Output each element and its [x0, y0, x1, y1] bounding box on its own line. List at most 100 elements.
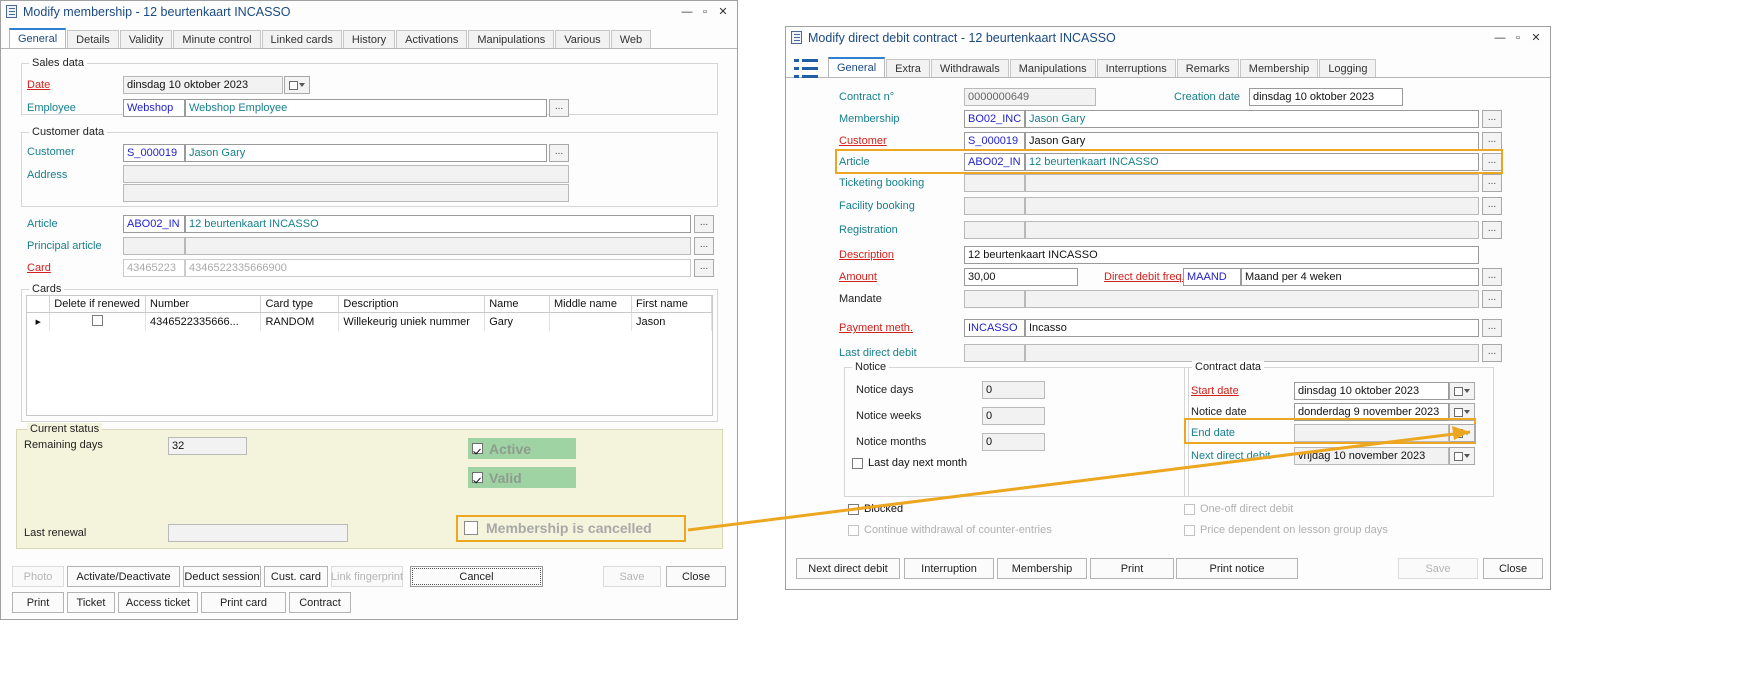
link-fingerprint-button[interactable]: Link fingerprint [331, 566, 403, 587]
ticket-button[interactable]: Ticket [67, 592, 115, 613]
notice-days-field[interactable]: 0 [982, 381, 1045, 399]
address-line2-field[interactable] [123, 184, 569, 202]
last-day-next-month-box[interactable] [852, 458, 863, 469]
column-header[interactable]: Number [146, 296, 261, 313]
close-button[interactable]: Close [666, 566, 726, 587]
access-ticket-button[interactable]: Access ticket [118, 592, 198, 613]
direct-debit-freq-code-field[interactable]: MAAND [1183, 268, 1241, 286]
customer-name-field[interactable]: Jason Gary [185, 144, 547, 162]
last-renewal-field[interactable] [168, 524, 348, 542]
close-icon[interactable]: ✕ [717, 7, 729, 17]
employee-code-field[interactable]: Webshop [123, 99, 185, 117]
contract-no-field[interactable]: 0000000649 [964, 88, 1096, 106]
tab-details[interactable]: Details [67, 30, 119, 48]
delete-if-renewed-checkbox[interactable] [92, 315, 103, 326]
photo-button[interactable]: Photo [12, 566, 64, 587]
activate-deactivate-button[interactable]: Activate/Deactivate [67, 566, 180, 587]
article-name-field[interactable]: 12 beurtenkaart INCASSO [1025, 153, 1479, 171]
article-code-field[interactable]: ABO02_IN [123, 215, 185, 233]
date-picker-button[interactable] [284, 76, 310, 94]
payment-method-browse-button[interactable]: ... [1482, 319, 1502, 337]
registration-browse-button[interactable]: ... [1482, 221, 1502, 239]
registration-code-field[interactable] [964, 221, 1025, 239]
minimize-icon[interactable]: — [681, 7, 693, 17]
deduct-session-button[interactable]: Deduct session [183, 566, 261, 587]
tab-history[interactable]: History [343, 30, 395, 48]
employee-name-field[interactable]: Webshop Employee [185, 99, 547, 117]
tab-web[interactable]: Web [611, 30, 651, 48]
cards-table[interactable]: Delete if renewedNumberCard typeDescript… [26, 295, 713, 416]
end-date-field[interactable] [1294, 424, 1449, 442]
direct-debit-freq-name-field[interactable]: Maand per 4 weken [1241, 268, 1479, 286]
close-icon[interactable]: ✕ [1530, 33, 1542, 43]
interruption-button[interactable]: Interruption [904, 558, 994, 579]
minimize-icon[interactable]: — [1494, 33, 1506, 43]
description-field[interactable]: 12 beurtenkaart INCASSO [964, 246, 1479, 264]
price-dependent-checkbox[interactable]: Price dependent on lesson group days [1184, 524, 1388, 536]
start-date-field[interactable]: dinsdag 10 oktober 2023 [1294, 382, 1449, 400]
address-line1-field[interactable] [123, 165, 569, 183]
membership-cancelled-checkbox-row[interactable]: Membership is cancelled [464, 520, 652, 536]
principal-article-code-field[interactable] [123, 237, 185, 255]
next-direct-debit-picker-button[interactable] [1449, 447, 1475, 465]
membership-button[interactable]: Membership [997, 558, 1087, 579]
print-notice-button[interactable]: Print notice [1176, 558, 1298, 579]
payment-method-code-field[interactable]: INCASSO [964, 319, 1025, 337]
maximize-icon[interactable]: ▫ [1512, 33, 1524, 43]
delete-if-renewed-cell[interactable] [50, 313, 146, 332]
membership-browse-button[interactable]: ... [1482, 110, 1502, 128]
creation-date-field[interactable]: dinsdag 10 oktober 2023 [1249, 88, 1403, 106]
column-header[interactable]: Card type [261, 296, 339, 313]
save-button[interactable]: Save [603, 566, 661, 587]
membership-name-field[interactable]: Jason Gary [1025, 110, 1479, 128]
last-direct-debit-field[interactable] [1025, 344, 1479, 362]
cell-name[interactable]: Gary [485, 313, 550, 332]
customer-browse-button[interactable]: ... [549, 144, 569, 162]
print-button[interactable]: Print [12, 592, 64, 613]
print-card-button[interactable]: Print card [201, 592, 286, 613]
tab-manipulations[interactable]: Manipulations [468, 30, 554, 48]
column-header[interactable]: Name [485, 296, 550, 313]
membership-code-field[interactable]: BO02_INC [964, 110, 1025, 128]
print-button[interactable]: Print [1090, 558, 1174, 579]
ticketing-booking-browse-button[interactable]: ... [1482, 174, 1502, 192]
save-button[interactable]: Save [1398, 558, 1478, 579]
active-checkbox[interactable] [472, 443, 483, 454]
facility-booking-field[interactable] [1025, 197, 1479, 215]
cancel-button[interactable]: Cancel [410, 566, 543, 587]
active-status-badge[interactable]: Active [468, 438, 576, 459]
tab-linked-cards[interactable]: Linked cards [262, 30, 342, 48]
tab-membership[interactable]: Membership [1240, 59, 1319, 77]
column-header[interactable]: First name [631, 296, 711, 313]
principal-article-name-field[interactable] [185, 237, 691, 255]
card-code-field[interactable]: 43465223 [123, 259, 185, 277]
last-direct-debit-code-field[interactable] [964, 344, 1025, 362]
close-button[interactable]: Close [1483, 558, 1543, 579]
blocked-checkbox[interactable]: Blocked [848, 503, 903, 515]
column-header[interactable]: Middle name [549, 296, 631, 313]
direct-debit-freq-browse-button[interactable]: ... [1482, 268, 1502, 286]
price-dependent-box[interactable] [1184, 525, 1195, 536]
customer-code-field[interactable]: S_000019 [964, 132, 1025, 150]
valid-status-badge[interactable]: Valid [468, 467, 576, 488]
date-field[interactable]: dinsdag 10 oktober 2023 [123, 76, 283, 94]
cell-first-name[interactable]: Jason [631, 313, 711, 332]
one-off-direct-debit-box[interactable] [1184, 504, 1195, 515]
card-browse-button[interactable]: ... [694, 259, 714, 277]
column-header[interactable]: Description [339, 296, 485, 313]
tab-extra[interactable]: Extra [886, 59, 930, 77]
maximize-icon[interactable]: ▫ [699, 7, 711, 17]
cards-table-body[interactable]: ▶4346522335666...RANDOMWillekeurig uniek… [27, 313, 712, 332]
notice-weeks-field[interactable]: 0 [982, 407, 1045, 425]
cell-description[interactable]: Willekeurig uniek nummer [339, 313, 485, 332]
end-date-picker-button[interactable] [1449, 424, 1475, 442]
customer-name-field[interactable]: Jason Gary [1025, 132, 1479, 150]
continue-withdrawal-checkbox[interactable]: Continue withdrawal of counter-entries [848, 524, 1052, 536]
tab-remarks[interactable]: Remarks [1177, 59, 1239, 77]
cell-middle-name[interactable] [549, 313, 631, 332]
column-header[interactable]: Delete if renewed [50, 296, 146, 313]
amount-field[interactable]: 30,00 [964, 268, 1078, 286]
last-day-next-month-checkbox[interactable]: Last day next month [852, 457, 967, 469]
cust-card-button[interactable]: Cust. card [264, 566, 328, 587]
article-browse-button[interactable]: ... [1482, 153, 1502, 171]
